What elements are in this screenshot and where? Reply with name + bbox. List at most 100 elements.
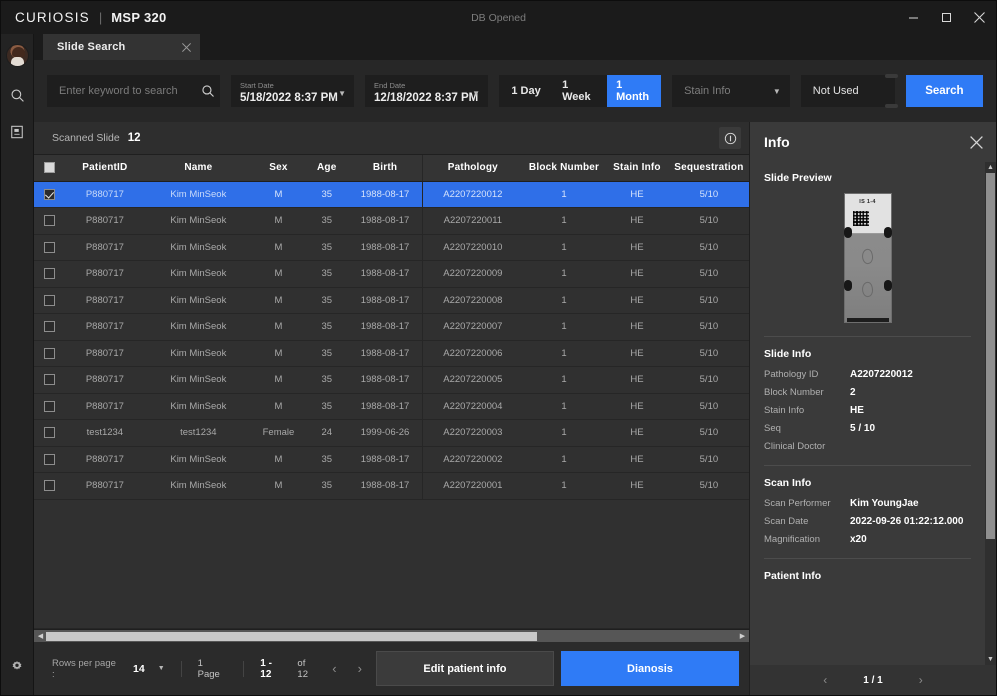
row-checkbox[interactable]: [43, 321, 55, 333]
row-checkbox[interactable]: [43, 453, 55, 465]
row-checkbox-cell[interactable]: [34, 472, 65, 500]
range-button-1-week[interactable]: 1 Week: [553, 75, 607, 107]
table-row[interactable]: P880717 Kim MinSeok M 35 1988-08-17 A22072200…: [34, 393, 749, 420]
row-checkbox-cell[interactable]: [34, 287, 65, 314]
column-header-patient-id[interactable]: PatientID: [64, 155, 145, 182]
horizontal-scrollbar[interactable]: ◀ ▶: [34, 629, 749, 642]
row-checkbox[interactable]: [43, 347, 55, 359]
info-vertical-scrollbar[interactable]: ▲ ▼: [985, 162, 996, 665]
row-checkbox[interactable]: [43, 427, 55, 439]
cell-birth: 1988-08-17: [348, 287, 423, 314]
tab-close-icon[interactable]: [181, 42, 192, 53]
next-page-icon[interactable]: ›: [351, 661, 369, 676]
row-checkbox[interactable]: [43, 215, 55, 227]
cell-stain-info: HE: [605, 419, 669, 447]
table-row[interactable]: P880717 Kim MinSeok M 35 1988-08-17 A22072200…: [34, 340, 749, 367]
maximize-button[interactable]: [930, 1, 963, 34]
scrollbar-track[interactable]: [985, 173, 996, 654]
sidebar-item-settings[interactable]: [1, 651, 34, 687]
not-used-control[interactable]: Not Used: [800, 74, 898, 108]
scroll-left-icon[interactable]: ◀: [35, 633, 46, 640]
row-checkbox-cell[interactable]: [34, 446, 65, 473]
column-header-age[interactable]: Age: [305, 155, 349, 182]
search-field[interactable]: [47, 75, 220, 107]
minimize-button[interactable]: [897, 1, 930, 34]
select-all-checkbox[interactable]: [43, 162, 55, 174]
prev-page-icon[interactable]: ‹: [325, 661, 343, 676]
table-row[interactable]: P880717 Kim MinSeok M 35 1988-08-17 A22072200…: [34, 260, 749, 288]
info-circle-icon[interactable]: [719, 127, 741, 149]
scroll-up-icon[interactable]: ▲: [987, 162, 994, 173]
table-row[interactable]: test1234 test1234 Female 24 1999-06-26 A22072…: [34, 419, 749, 447]
scrollbar-track[interactable]: [46, 631, 737, 641]
cell-birth: 1988-08-17: [348, 207, 423, 235]
select-all-header[interactable]: [34, 155, 65, 182]
column-header-pathology[interactable]: Pathology: [421, 155, 523, 182]
row-checkbox[interactable]: [43, 294, 55, 306]
rows-per-page-value[interactable]: 14: [133, 663, 145, 675]
close-button[interactable]: [963, 1, 996, 34]
scroll-down-icon[interactable]: ▼: [987, 654, 994, 665]
row-checkbox-cell[interactable]: [34, 366, 65, 394]
table-row[interactable]: P880717 Kim MinSeok M 35 1988-08-17 A22072200…: [34, 446, 749, 473]
book-icon: [10, 125, 24, 144]
chevron-down-icon[interactable]: ▼: [158, 665, 165, 672]
row-checkbox[interactable]: [43, 268, 55, 280]
chevron-down-icon[interactable]: ▼: [472, 89, 480, 98]
scroll-right-icon[interactable]: ▶: [737, 633, 748, 640]
row-checkbox-cell[interactable]: [34, 313, 65, 341]
row-checkbox[interactable]: [43, 241, 55, 253]
tab-slide-search[interactable]: Slide Search: [43, 34, 200, 60]
user-avatar[interactable]: [5, 44, 29, 67]
column-header-block-number[interactable]: Block Number: [522, 155, 606, 182]
search-icon[interactable]: [201, 84, 215, 98]
row-checkbox[interactable]: [43, 480, 55, 492]
search-button[interactable]: Search: [905, 75, 983, 107]
table-row[interactable]: P880717 Kim MinSeok M 35 1988-08-17 A22072200…: [34, 366, 749, 394]
column-header-sequestration[interactable]: Sequestration: [668, 155, 749, 182]
info-next-icon[interactable]: ›: [919, 673, 923, 687]
sidebar-item-search[interactable]: [1, 80, 34, 116]
row-checkbox[interactable]: [43, 374, 55, 386]
column-header-sex[interactable]: Sex: [251, 155, 306, 182]
spinner-up-icon[interactable]: [884, 74, 898, 78]
table-row[interactable]: P880717 Kim MinSeok M 35 1988-08-17 A22072200…: [34, 472, 749, 500]
search-input[interactable]: [59, 85, 201, 97]
stain-info-select[interactable]: Stain Info ▼: [672, 75, 790, 107]
diagnosis-button[interactable]: Dianosis: [560, 651, 739, 686]
table-row[interactable]: P880717 Kim MinSeok M 35 1988-08-17 A22072200…: [34, 234, 749, 261]
row-checkbox-cell[interactable]: [34, 234, 65, 261]
range-button-1-day[interactable]: 1 Day: [499, 75, 553, 107]
range-button-1-month[interactable]: 1 Month: [607, 75, 662, 107]
row-checkbox[interactable]: [43, 188, 55, 200]
scrollbar-thumb[interactable]: [46, 631, 537, 641]
column-header-stain-info[interactable]: Stain Info: [605, 155, 669, 182]
row-checkbox-cell[interactable]: [34, 340, 65, 367]
cell-sequestration: 5/10: [668, 366, 749, 394]
sidebar-item-records[interactable]: [1, 116, 34, 152]
table-row[interactable]: P880717 Kim MinSeok M 35 1988-08-17 A22072200…: [34, 181, 749, 208]
slide-preview-image[interactable]: IS 1-4: [843, 193, 892, 323]
column-header-birth[interactable]: Birth: [348, 155, 423, 182]
scrollbar-thumb[interactable]: [986, 173, 995, 539]
end-date-picker[interactable]: End Date 12/18/2022 8:37 PM ▼: [365, 75, 489, 107]
row-checkbox-cell[interactable]: [34, 419, 65, 447]
end-date-value: 12/18/2022 8:37 PM: [374, 91, 479, 104]
row-checkbox[interactable]: [43, 400, 55, 412]
spinner-down-icon[interactable]: [884, 104, 898, 108]
table-row[interactable]: P880717 Kim MinSeok M 35 1988-08-17 A22072200…: [34, 207, 749, 235]
column-header-name[interactable]: Name: [144, 155, 252, 182]
table-row[interactable]: P880717 Kim MinSeok M 35 1988-08-17 A22072200…: [34, 287, 749, 314]
row-checkbox-cell[interactable]: [34, 260, 65, 288]
info-close-icon[interactable]: [969, 135, 984, 150]
table-row[interactable]: P880717 Kim MinSeok M 35 1988-08-17 A22072200…: [34, 313, 749, 341]
start-date-picker[interactable]: Start Date 5/18/2022 8:37 PM ▼: [231, 75, 355, 107]
chevron-down-icon[interactable]: ▼: [773, 87, 781, 96]
cell-patient-id: P880717: [64, 260, 145, 288]
row-checkbox-cell[interactable]: [34, 181, 65, 208]
info-prev-icon[interactable]: ‹: [823, 673, 827, 687]
chevron-down-icon[interactable]: ▼: [338, 89, 346, 98]
row-checkbox-cell[interactable]: [34, 207, 65, 235]
edit-patient-info-button[interactable]: Edit patient info: [375, 651, 554, 686]
row-checkbox-cell[interactable]: [34, 393, 65, 420]
